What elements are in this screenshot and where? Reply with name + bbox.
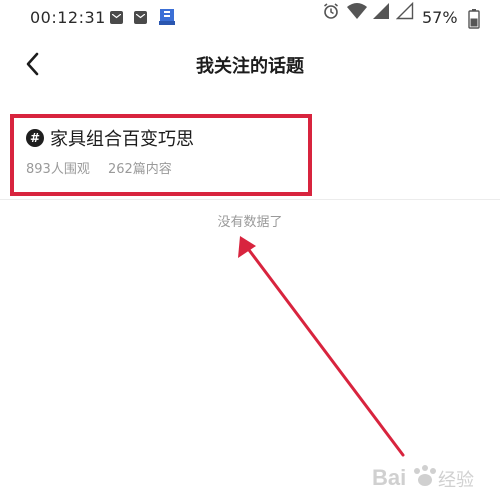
topic-title: 家具组合百变巧思 (50, 129, 194, 150)
topic-stats: 893人围观 262篇内容 (26, 158, 172, 177)
baidu-jingyan-watermark: Bai 经验 (372, 465, 474, 491)
page-title: 我关注的话题 (196, 56, 304, 77)
end-of-list-text: 没有数据了 (217, 215, 283, 230)
signal-outline-icon (396, 2, 414, 20)
alarm-icon (324, 3, 338, 19)
divider (0, 199, 500, 200)
hashtag-icon: # (26, 129, 44, 147)
svg-text:经验: 经验 (438, 470, 474, 491)
mail-icon (134, 11, 147, 24)
app-notification-icon (158, 8, 176, 26)
topic-posts: 262篇内容 (107, 162, 172, 177)
battery-icon (468, 9, 480, 29)
wifi-icon (347, 3, 367, 19)
status-bar: 00:12:31 57% (0, 0, 500, 36)
signal-icon (373, 3, 389, 19)
topic-watchers: 893人围观 (26, 162, 90, 177)
page-header: 我关注的话题 (0, 40, 500, 88)
status-time: 00:12:31 (30, 8, 106, 27)
mail-icon (110, 11, 123, 24)
topic-item[interactable]: # 家具组合百变巧思 893人围观 262篇内容 (10, 114, 312, 196)
battery-percent: 57% (422, 8, 458, 27)
svg-text:Bai: Bai (372, 465, 406, 490)
